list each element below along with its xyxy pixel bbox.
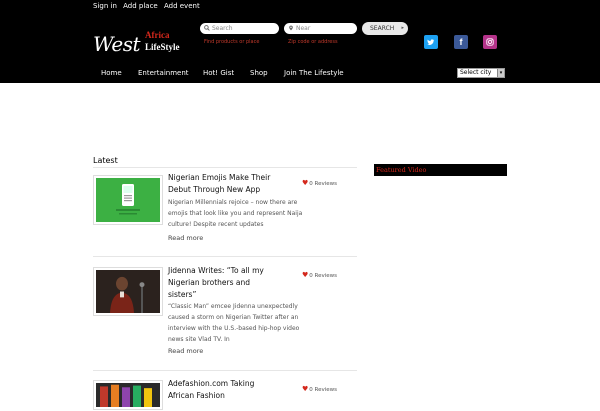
article-thumbnail[interactable] (93, 267, 163, 316)
jidenna-photo-image (96, 270, 160, 313)
reviews-count[interactable]: ♥0 Reviews (302, 271, 337, 279)
reviews-label: 0 Reviews (309, 181, 338, 187)
article-title-line: Nigerian brothers and (168, 278, 251, 287)
city-select-value: Select city (460, 69, 492, 76)
nav-item-home[interactable]: Home (101, 69, 122, 77)
excerpt-line: emojis that look like you and represent … (168, 210, 303, 217)
search-placeholder: Search (212, 25, 233, 32)
article-title[interactable]: Jidenna Writes: “To all my Nigerian brot… (168, 265, 288, 301)
heart-icon: ♥ (302, 179, 309, 187)
emoji-app-image (96, 178, 160, 222)
divider (93, 370, 357, 371)
excerpt-line: Nigerian Millennials rejoice – now there… (168, 199, 298, 206)
nav-item-entertainment[interactable]: Entertainment (138, 69, 189, 77)
facebook-icon[interactable]: f (454, 35, 468, 49)
chevron-down-icon: ▾ (497, 69, 504, 77)
article-title-line: African Fashion (168, 391, 225, 400)
article-excerpt: Nigerian Millennials rejoice – now there… (168, 197, 303, 230)
excerpt-line: news site Vlad TV. In (168, 336, 230, 343)
top-links: Sign in Add place Add event (93, 2, 204, 10)
excerpt-line: caused a storm on Nigerian Twitter after… (168, 314, 299, 321)
read-more-link[interactable]: Read more (168, 347, 203, 355)
logo-africa: Africa (145, 30, 170, 40)
read-more-link[interactable]: Read more (168, 234, 203, 242)
search-button-label: SEARCH (370, 25, 395, 32)
nav-item-shop[interactable]: Shop (250, 69, 268, 77)
excerpt-line: culture! Despite recent updates (168, 221, 264, 228)
article-title-line: Nigerian Emojis Make Their (168, 173, 271, 182)
instagram-icon[interactable] (483, 35, 497, 49)
article-excerpt: “Classic Man” emcee Jidenna unexpectedly… (168, 301, 303, 345)
search-icon (204, 25, 210, 31)
reviews-label: 0 Reviews (309, 273, 338, 279)
search-hint: Find products or place (204, 39, 260, 45)
city-select[interactable]: Select city ▾ (457, 68, 505, 78)
divider (93, 256, 357, 257)
article-title-line: sisters” (168, 290, 197, 299)
nav-item-join[interactable]: Join The Lifestyle (284, 69, 344, 77)
logo-lifestyle: LifeStyle (145, 42, 180, 52)
near-placeholder: Near (296, 25, 311, 32)
adefashion-image (96, 383, 160, 407)
article-title[interactable]: Adefashion.com Taking African Fashion (168, 378, 288, 402)
reviews-count[interactable]: ♥0 Reviews (302, 385, 337, 393)
excerpt-line: “Classic Man” emcee Jidenna unexpectedly (168, 303, 298, 310)
article-title-line: Debut Through New App (168, 185, 261, 194)
chevron-right-icon: ▸ (401, 25, 404, 31)
article-thumbnail[interactable] (93, 175, 163, 225)
excerpt-line: interview with the U.S.-based hip-hop vi… (168, 325, 300, 332)
site-logo[interactable]: West Africa LifeStyle (93, 30, 183, 58)
add-event-link[interactable]: Add event (164, 2, 200, 10)
search-button[interactable]: SEARCH ▸ (362, 22, 408, 35)
divider (93, 167, 357, 168)
article-title-line: Jidenna Writes: “To all my (168, 266, 264, 275)
near-input[interactable]: Near (284, 23, 357, 34)
location-pin-icon (289, 25, 293, 31)
sign-in-link[interactable]: Sign in (93, 2, 117, 10)
search-input[interactable]: Search (200, 23, 279, 34)
heart-icon: ♥ (302, 385, 309, 393)
article-title[interactable]: Nigerian Emojis Make Their Debut Through… (168, 172, 288, 196)
add-place-link[interactable]: Add place (123, 2, 158, 10)
featured-video-heading: Featured Video (374, 164, 507, 176)
article-title-line: Adefashion.com Taking (168, 379, 255, 388)
logo-west: West (93, 32, 141, 56)
nav-item-hot-gist[interactable]: Hot! Gist (203, 69, 234, 77)
near-hint: Zip code or address (288, 39, 338, 45)
latest-heading: Latest (93, 156, 118, 165)
heart-icon: ♥ (302, 271, 309, 279)
site-header: Sign in Add place Add event West Africa … (0, 0, 600, 83)
article-thumbnail[interactable] (93, 380, 163, 410)
twitter-icon[interactable] (424, 35, 438, 49)
reviews-count[interactable]: ♥0 Reviews (302, 179, 337, 187)
reviews-label: 0 Reviews (309, 387, 338, 393)
